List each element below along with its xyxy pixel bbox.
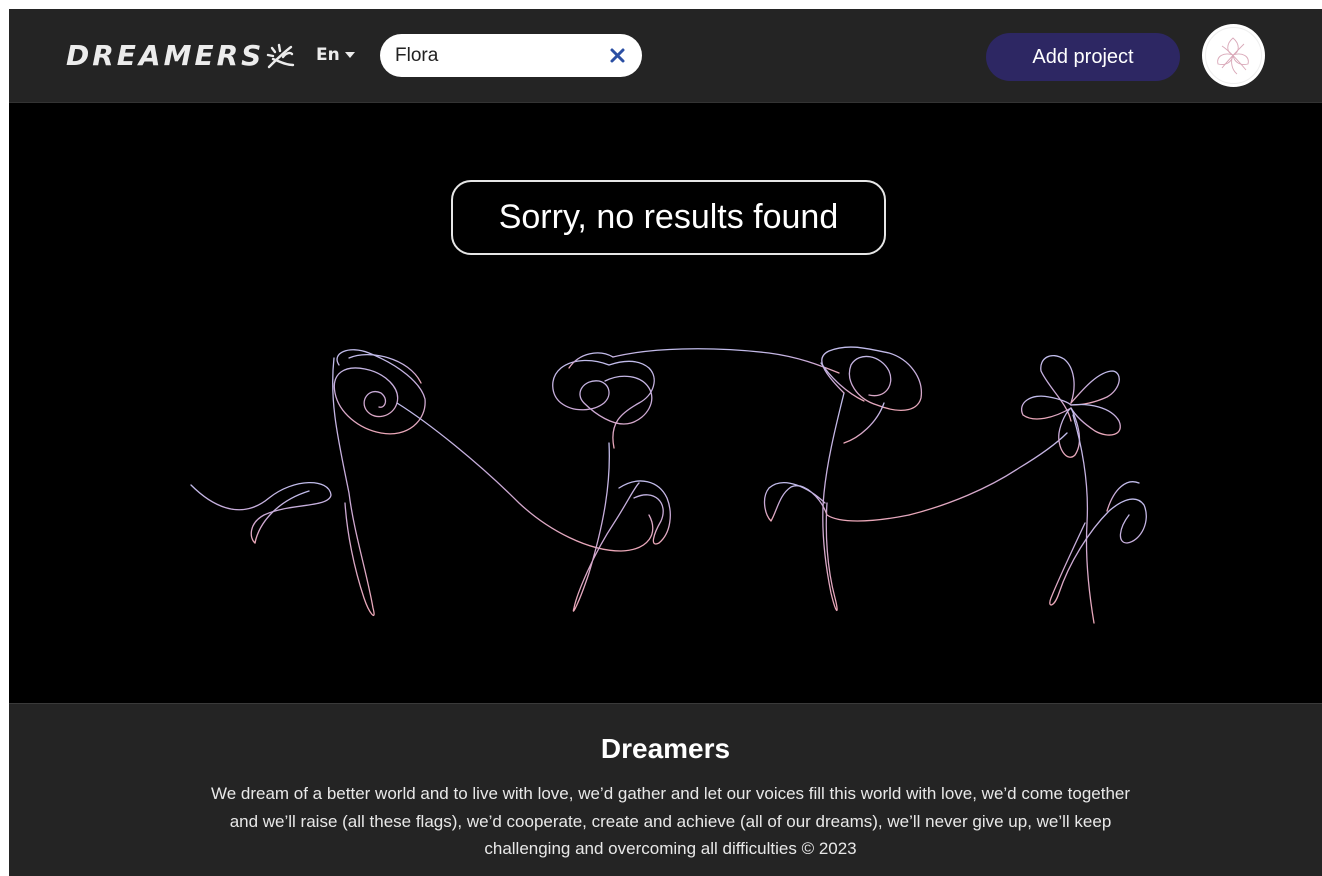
avatar[interactable] xyxy=(1202,24,1265,87)
search-input[interactable] xyxy=(395,34,595,77)
chevron-down-icon xyxy=(344,52,355,58)
dream-sparkle-icon xyxy=(266,43,295,69)
close-icon[interactable] xyxy=(609,47,626,64)
search-box xyxy=(380,34,642,77)
flower-avatar-icon xyxy=(1205,27,1262,84)
no-results-message: Sorry, no results found xyxy=(451,180,886,255)
top-navbar: DREAMERS En Add project xyxy=(9,9,1322,103)
logo[interactable]: DREAMERS xyxy=(66,37,264,75)
footer: Dreamers We dream of a better world and … xyxy=(9,703,1322,876)
footer-title: Dreamers xyxy=(600,733,731,764)
main-content: Sorry, no results found xyxy=(9,103,1322,703)
app-frame: DREAMERS En Add project xyxy=(9,9,1322,876)
language-select[interactable]: En xyxy=(316,45,355,65)
footer-description: We dream of a better world and to live w… xyxy=(210,784,1131,858)
language-label: En xyxy=(316,45,340,65)
add-project-button[interactable]: Add project xyxy=(986,33,1180,81)
